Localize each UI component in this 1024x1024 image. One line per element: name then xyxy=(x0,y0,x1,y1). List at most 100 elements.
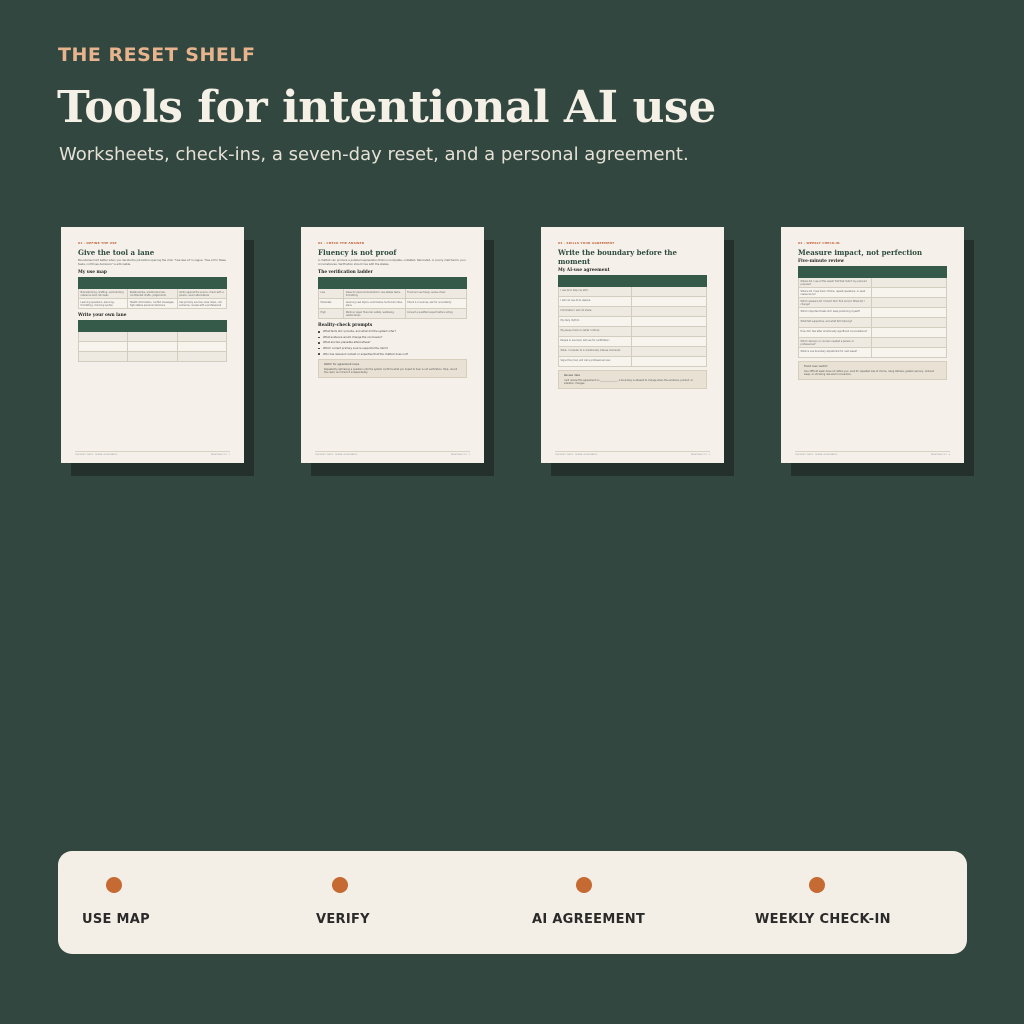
callout-title: Watch for agreement loops xyxy=(324,362,360,366)
section-heading: My use map xyxy=(78,270,107,276)
sheet-title: Fluency is not proof xyxy=(318,248,397,257)
legend-label: WEEKLY CHECK-IN xyxy=(755,912,891,927)
table-cell: Ideas for personal brainstorm, low-stake… xyxy=(343,288,406,300)
callout-box: Review date I will review this agreement… xyxy=(558,370,707,390)
section-heading: Reality-check prompts xyxy=(318,323,373,329)
table-row: Which important tasks did I keep practic… xyxy=(798,307,948,318)
table-cell: My daily rhythm: xyxy=(558,316,632,327)
footer-right: RESETSHELF.CO · 2 xyxy=(450,454,470,456)
callout-body: One difficult week does not define you. … xyxy=(804,370,935,377)
table-row: Learning questions, planning, formatting… xyxy=(77,298,228,310)
sheet-intro: Boundaries hold better when you decide t… xyxy=(78,259,226,266)
callout-box: Trend over verdict One difficult week do… xyxy=(798,361,947,381)
table-row: My daily rhythm: xyxy=(558,316,708,327)
legend-item-use-map: USE MAP xyxy=(82,851,282,954)
table-row: Signs this (me): will call a professiona… xyxy=(558,356,708,367)
worksheet-ai-agreement: 03 · SKILLS YOUR AGREEMENT Write the bou… xyxy=(541,227,734,476)
table-cell: Where did I use AI this week? Did that m… xyxy=(798,277,872,288)
table-cell: People or sources I will use for verific… xyxy=(558,336,632,347)
prompt-list: What facts did I provide, and what did t… xyxy=(318,330,467,356)
worksheet-weekly-check-in: 04 · WEEKLY CHECK-IN Measure impact, not… xyxy=(781,227,974,476)
table-cell: Verify against the source, check with a … xyxy=(176,288,228,300)
table-cell: Moderate xyxy=(317,298,345,310)
verification-ladder-table: Low Ideas for personal brainstorm, low-s… xyxy=(317,277,468,320)
table-row: Which decision or concern needed a perso… xyxy=(798,337,948,348)
table-cell: What felt supportive, and what felt drai… xyxy=(798,317,872,328)
list-item: What evidence would change the conclusio… xyxy=(318,336,467,339)
table-row: I use AI to help me with: xyxy=(558,286,708,297)
sheet-footer: THE RESET SHELF · DIGITAL WORKSHEETS RES… xyxy=(75,451,230,456)
table-cell: Low xyxy=(317,288,345,300)
table-row: Low Ideas for personal brainstorm, low-s… xyxy=(317,288,468,300)
sheet-kicker: 03 · SKILLS YOUR AGREEMENT xyxy=(558,241,615,245)
sheet-page: 03 · SKILLS YOUR AGREEMENT Write the bou… xyxy=(541,227,724,463)
table-cell: Health information, conflict messages, h… xyxy=(127,298,178,310)
table-cell: Learning questions, planning, formatting… xyxy=(77,298,129,310)
section-heading: My AI-use agreement xyxy=(558,268,610,273)
own-lane-table xyxy=(77,320,228,363)
callout-title: Trend over verdict xyxy=(804,365,828,368)
worksheet-verify: 02 · CHECK THE ANSWER Fluency is not pro… xyxy=(301,227,494,476)
legend-dot xyxy=(106,877,122,893)
table-cell: I use AI to help me with: xyxy=(558,286,632,297)
footer-right: RESETSHELF.CO · 4 xyxy=(930,454,950,456)
table-cell: Brainstorming, drafting, summarizing ref… xyxy=(77,288,129,300)
table-row: When I consider AI in emotionally intens… xyxy=(558,346,708,357)
table-row: Brainstorming, drafting, summarizing ref… xyxy=(77,288,228,300)
page-title: Tools for intentional AI use xyxy=(57,82,716,133)
section-heading: Write your own lane xyxy=(78,313,127,319)
callout-body: I will review this agreement on ________… xyxy=(564,379,694,386)
sheet-title: Give the tool a lane xyxy=(78,248,155,257)
legend-item-weekly-check-in: WEEKLY CHECK-IN xyxy=(755,851,955,954)
footer-right: RESETSHELF.CO · 3 xyxy=(690,454,710,456)
footer-right: RESETSHELF.CO · 1 xyxy=(210,454,230,456)
table-row: What felt supportive, and what felt drai… xyxy=(798,317,948,328)
sheet-footer: THE RESET SHELF · DIGITAL WORKSHEETS RES… xyxy=(795,451,950,456)
legend-dot xyxy=(332,877,348,893)
table-row: How did I feel after emotionally signifi… xyxy=(798,327,948,338)
sheet-kicker: 04 · WEEKLY CHECK-IN xyxy=(798,241,840,245)
table-cell: My pause check-in (what I notice): xyxy=(558,326,632,337)
footer-left: THE RESET SHELF · DIGITAL WORKSHEETS xyxy=(795,454,838,456)
sheet-title: Measure impact, not perfection xyxy=(798,248,923,257)
sheet-footer: THE RESET SHELF · DIGITAL WORKSHEETS RES… xyxy=(555,451,710,456)
table-cell: Trust and use freely, sense-check xyxy=(404,288,468,300)
table-cell: When I consider AI in emotionally intens… xyxy=(558,346,632,357)
callout-title: Review date xyxy=(564,374,580,377)
sheet-kicker: 02 · CHECK THE ANSWER xyxy=(318,241,365,245)
table-cell: High xyxy=(317,308,345,320)
legend-label: USE MAP xyxy=(82,912,150,927)
legend-item-verify: VERIFY xyxy=(316,851,516,954)
table-row: My pause check-in (what I notice): xyxy=(558,326,708,337)
review-table: Where did I use AI this week? Did that m… xyxy=(798,266,948,358)
table-row: Moderate Learning new topics, summaries,… xyxy=(317,298,468,310)
legend-label: VERIFY xyxy=(316,912,370,927)
table-cell: What is one boundary adjustment for next… xyxy=(798,347,872,358)
sheet-kicker: 01 · DEFINE THE USE xyxy=(78,241,117,245)
sheet-intro: A chatbot can produce a polished explana… xyxy=(318,259,466,266)
sheet-footer: THE RESET SHELF · DIGITAL WORKSHEETS RES… xyxy=(315,451,470,456)
footer-left: THE RESET SHELF · DIGITAL WORKSHEETS xyxy=(315,454,358,456)
table-cell: Learning new topics, summaries, technica… xyxy=(343,298,406,310)
section-heading: The verification ladder xyxy=(318,270,373,276)
table-cell: Relationships, emotional/crisis, confide… xyxy=(127,288,178,300)
table-cell: Use primary sources, slow down, call som… xyxy=(176,298,228,310)
legend-dot xyxy=(809,877,825,893)
sheet-page: 01 · DEFINE THE USE Give the tool a lane… xyxy=(61,227,244,463)
brand-label: THE RESET SHELF xyxy=(58,44,256,66)
table-row: I will not use AI to replace: xyxy=(558,296,708,307)
footer-left: THE RESET SHELF · DIGITAL WORKSHEETS xyxy=(75,454,118,456)
legend-label: AI AGREEMENT xyxy=(532,912,646,927)
agreement-table: I use AI to help me with: I will not use… xyxy=(558,275,708,367)
list-item: What are two plausible alternatives? xyxy=(318,341,467,344)
table-cell: Information I will not share: xyxy=(558,306,632,317)
list-item: Who has relevant context or expertise th… xyxy=(318,353,467,356)
table-row: People or sources I will use for verific… xyxy=(558,336,708,347)
table-row: High Medical, legal, financial, safety, … xyxy=(317,308,468,320)
table-cell: Where did I lose track of time, repeat q… xyxy=(798,287,872,298)
table-cell: Check 1-2 sources, ask for uncertainty xyxy=(404,298,468,310)
callout-box: Watch for agreement loops Repeatedly rep… xyxy=(318,358,467,378)
table-row: Where did I use AI this week? Did that m… xyxy=(798,277,948,288)
table-row: Which answers did I check? Did I find er… xyxy=(798,297,948,308)
sheet-page: 04 · WEEKLY CHECK-IN Measure impact, not… xyxy=(781,227,964,463)
